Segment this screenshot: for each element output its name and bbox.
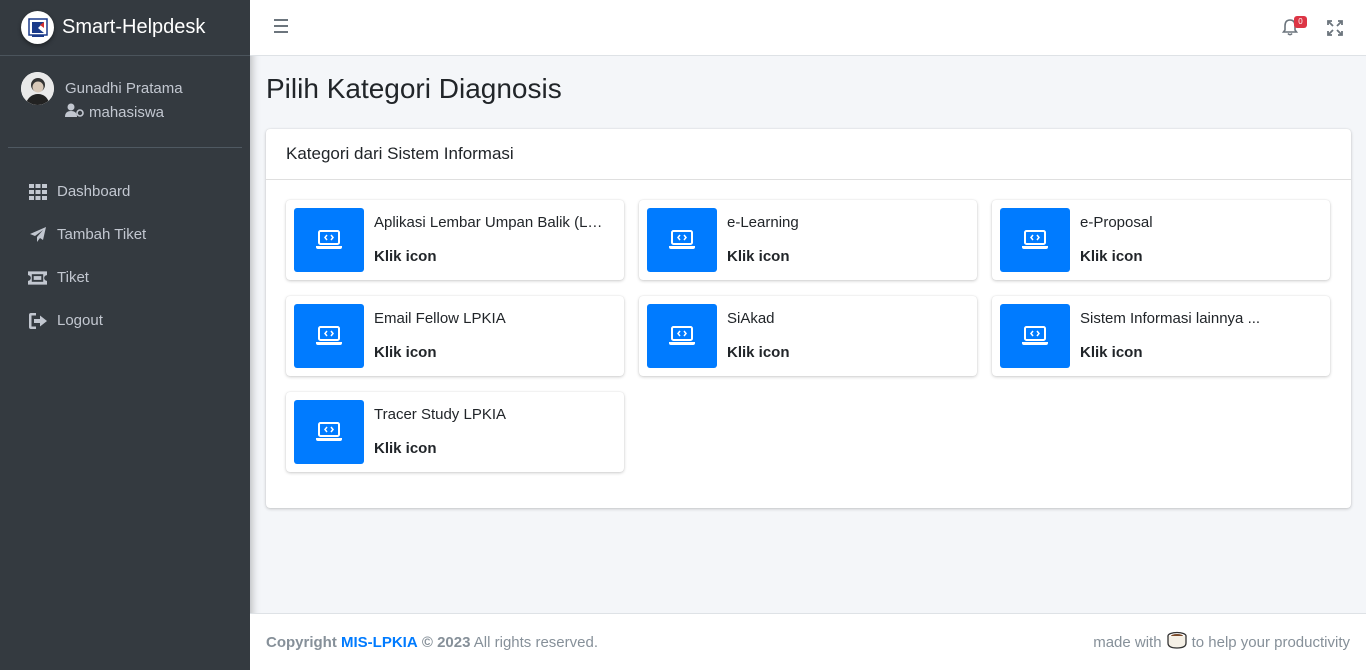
category-box: Email Fellow LPKIA Klik icon (286, 296, 624, 376)
category-box: e-Learning Klik icon (639, 200, 977, 280)
laptop-code-icon[interactable] (1000, 208, 1070, 272)
copyright-year: © 2023 (421, 633, 471, 651)
ticket-icon (28, 269, 47, 287)
fullscreen-icon[interactable] (1327, 20, 1343, 36)
sidebar-item-logout[interactable]: Logout (0, 299, 250, 342)
footer-tagline: made with to help your productivity (1093, 631, 1350, 653)
sidebar-item-label: Dashboard (57, 183, 131, 200)
sidebar-item-dashboard[interactable]: Dashboard (0, 170, 250, 213)
sidebar: Smart-Helpdesk Gunadhi Pratama mahasiswa… (0, 0, 250, 670)
brand-title: Smart-Helpdesk (62, 16, 206, 38)
category-box: e-Proposal Klik icon (992, 200, 1330, 280)
category-box: SiAkad Klik icon (639, 296, 977, 376)
category-name: Sistem Informasi lainnya ... (1080, 310, 1261, 327)
category-action: Klik icon (1080, 344, 1143, 361)
menu-toggle-icon[interactable] (274, 19, 288, 33)
category-name: Aplikasi Lembar Umpan Balik (LUB) (374, 214, 612, 231)
category-action: Klik icon (374, 440, 437, 457)
category-box: Aplikasi Lembar Umpan Balik (LUB) Klik i… (286, 200, 624, 280)
sign-out-icon (28, 312, 47, 330)
category-name: e-Learning (727, 214, 799, 231)
laptop-code-icon[interactable] (647, 208, 717, 272)
card-header: Kategori dari Sistem Informasi (266, 129, 1351, 180)
category-action: Klik icon (727, 248, 790, 265)
sidebar-item-tiket[interactable]: Tiket (0, 256, 250, 299)
category-action: Klik icon (374, 344, 437, 361)
made-with-text: made with (1093, 633, 1162, 651)
user-panel: Gunadhi Pratama mahasiswa (0, 56, 250, 147)
user-role: mahasiswa (89, 104, 165, 121)
rights-text: All rights reserved. (473, 633, 598, 651)
category-name: Tracer Study LPKIA (374, 406, 506, 423)
sidebar-item-label: Logout (57, 312, 103, 329)
laptop-code-icon[interactable] (647, 304, 717, 368)
avatar[interactable] (21, 72, 54, 105)
notification-badge: 0 (1294, 16, 1307, 28)
sidebar-item-label: Tambah Tiket (57, 226, 147, 243)
top-navbar: 0 (250, 0, 1366, 56)
user-name[interactable]: Gunadhi Pratama (65, 77, 183, 101)
sidebar-item-label: Tiket (57, 269, 89, 286)
footer: Copyright MIS-LPKIA © 2023 All rights re… (250, 613, 1366, 670)
category-action: Klik icon (374, 248, 437, 265)
user-icon (65, 101, 85, 125)
category-name: e-Proposal (1080, 214, 1153, 231)
category-name: Email Fellow LPKIA (374, 310, 506, 327)
category-name: SiAkad (727, 310, 775, 327)
laptop-code-icon[interactable] (294, 304, 364, 368)
laptop-code-icon[interactable] (1000, 304, 1070, 368)
coffee-icon (1166, 631, 1188, 653)
copyright-label: Copyright (266, 633, 337, 651)
category-box: Sistem Informasi lainnya ... Klik icon (992, 296, 1330, 376)
laptop-code-icon[interactable] (294, 400, 364, 464)
sidebar-nav: Dashboard Tambah Tiket Tiket Logout (0, 148, 250, 342)
page-title: Pilih Kategori Diagnosis (266, 73, 562, 104)
sidebar-item-tambah-tiket[interactable]: Tambah Tiket (0, 213, 250, 256)
category-action: Klik icon (1080, 248, 1143, 265)
brand-logo (21, 11, 54, 44)
category-box: Tracer Study LPKIA Klik icon (286, 392, 624, 472)
tagline-text: to help your productivity (1191, 633, 1350, 651)
category-card: Kategori dari Sistem Informasi Aplikasi … (266, 129, 1351, 508)
paper-plane-icon (28, 226, 47, 244)
grid-icon (28, 183, 47, 201)
laptop-code-icon[interactable] (294, 208, 364, 272)
category-action: Klik icon (727, 344, 790, 361)
footer-brand-link[interactable]: MIS-LPKIA (341, 634, 418, 651)
brand-link[interactable]: Smart-Helpdesk (0, 0, 250, 56)
footer-copyright: Copyright MIS-LPKIA © 2023 All rights re… (266, 634, 598, 651)
